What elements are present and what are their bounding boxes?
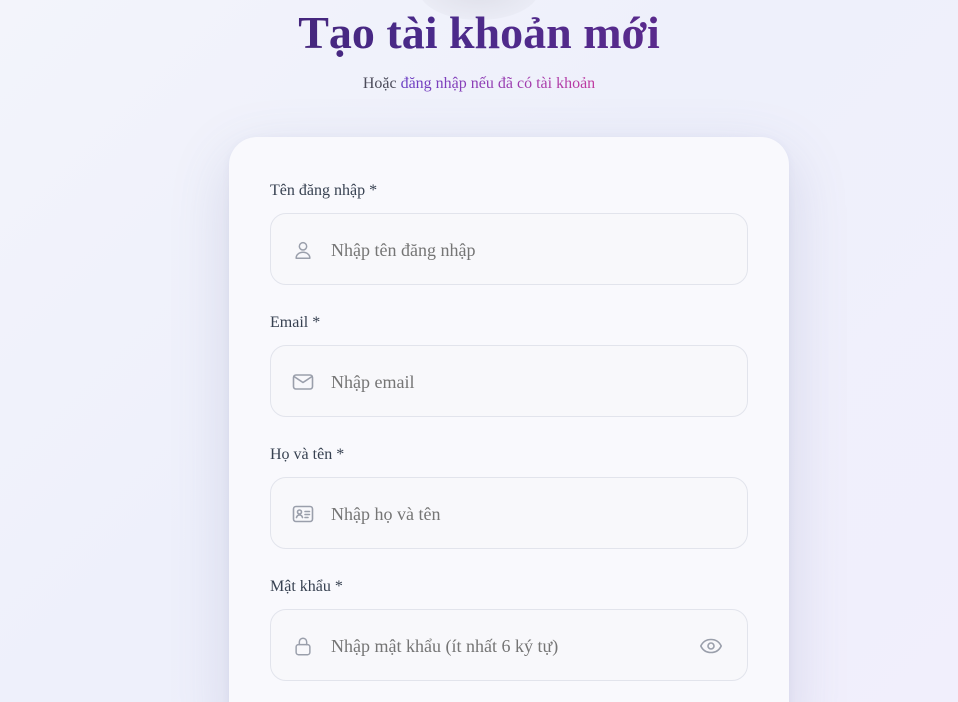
lock-icon [291,634,315,658]
password-input-box[interactable] [270,609,748,681]
eye-icon[interactable] [699,634,723,658]
fullname-input-box[interactable] [270,477,748,549]
page-subtitle: Hoặc đăng nhập nếu đã có tài khoản [0,74,958,94]
mail-icon [291,370,315,394]
password-input[interactable] [331,635,691,657]
id-card-icon [291,502,315,526]
username-field-group: Tên đăng nhập * [270,181,748,285]
user-icon [291,238,315,262]
email-label: Email * [270,314,321,331]
register-card: Tên đăng nhập * Email * Họ và [229,137,789,702]
email-input[interactable] [331,371,691,393]
fullname-label: Họ và tên * [270,446,345,463]
email-field-group: Email * [270,313,748,417]
password-label: Mật khẩu * [270,578,343,595]
username-label: Tên đăng nhập * [270,182,378,199]
login-link[interactable]: đăng nhập nếu đã có tài khoản [401,75,596,92]
fullname-input[interactable] [331,503,691,525]
username-input[interactable] [331,239,691,261]
email-input-box[interactable] [270,345,748,417]
fullname-field-group: Họ và tên * [270,445,748,549]
subtitle-prefix: Hoặc [362,75,397,92]
username-input-box[interactable] [270,213,748,285]
page-title: Tạo tài khoản mới [0,6,958,60]
password-field-group: Mật khẩu * [270,577,748,681]
